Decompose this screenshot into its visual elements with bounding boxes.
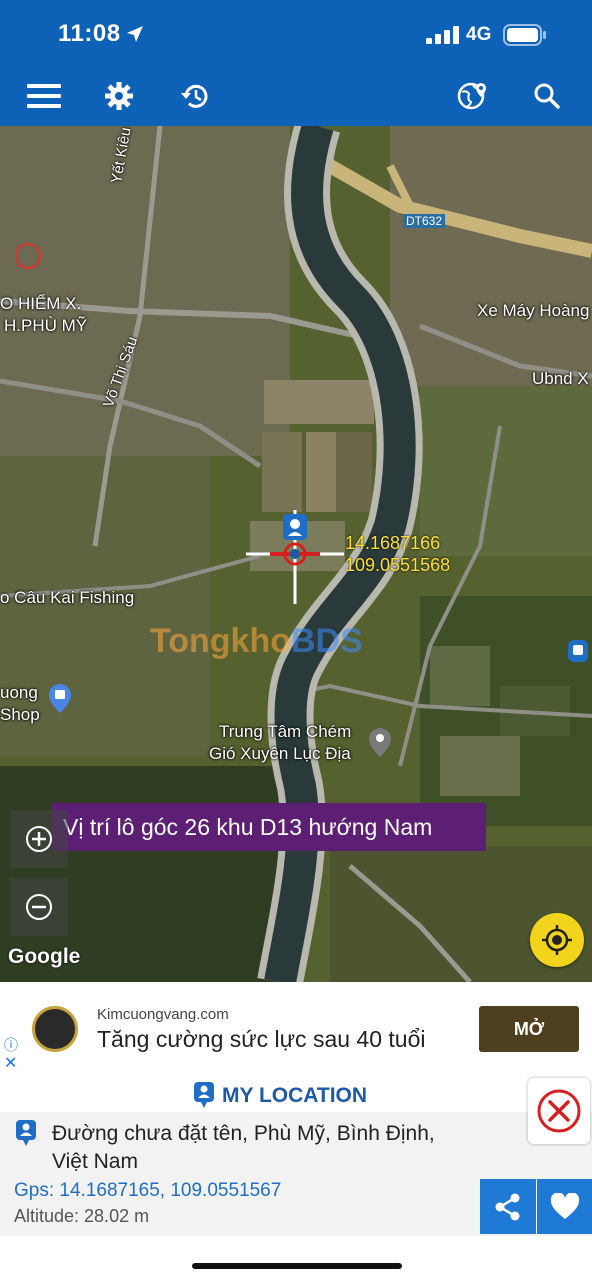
gps-coordinates: Gps: 14.1687165, 109.0551567: [14, 1180, 282, 1201]
my-location-button[interactable]: [530, 913, 584, 967]
globe-location-button[interactable]: [453, 76, 493, 116]
ad-open-button[interactable]: MỞ: [479, 1006, 579, 1052]
globe-pin-icon: [457, 82, 486, 110]
watermark-text-1: Tongkho: [150, 622, 291, 660]
google-attribution: Google: [8, 945, 81, 968]
ad-info-icon[interactable]: ⓘ: [4, 1035, 18, 1055]
app-header: 11:08 4G: [0, 0, 592, 126]
zoom-in-button[interactable]: [10, 810, 68, 868]
altitude: Altitude: 28.02 m: [14, 1206, 150, 1226]
map-label-dt632: DT632: [403, 214, 446, 228]
history-button[interactable]: [174, 76, 214, 116]
menu-button[interactable]: [24, 76, 64, 116]
home-indicator: [192, 1263, 402, 1269]
map-label-shop-1: uong: [0, 683, 38, 702]
lot-caption-banner: Vị trí lô góc 26 khu D13 hướng Nam: [52, 803, 486, 851]
favorite-button[interactable]: [537, 1179, 592, 1234]
close-circle-icon: [537, 1089, 581, 1133]
share-button[interactable]: [480, 1179, 536, 1234]
crosshair-coordinates: 14.1687166 109.0551568: [345, 532, 450, 576]
gear-icon: [105, 82, 133, 110]
location-heading: MY LOCATION: [222, 1084, 368, 1107]
search-button[interactable]: [527, 76, 567, 116]
location-panel-header: MY LOCATION: [0, 1076, 592, 1112]
signal-icon: [426, 26, 459, 44]
map-label-trung-tam-1: Trung Tâm Chém: [219, 722, 352, 741]
crosshair-icon: [542, 925, 572, 955]
search-icon: [534, 83, 560, 109]
ad-title: Tăng cường sức lực sau 40 tuổi: [97, 1026, 426, 1052]
hamburger-icon: [27, 84, 61, 108]
map-label-shop-2: Shop: [0, 705, 40, 724]
location-arrow-icon: [127, 26, 143, 42]
map-label-bao-hiem-1: O HIỂM X.: [0, 294, 82, 313]
map-label-trung-tam-2: Gió Xuyên Lục Địa: [209, 744, 351, 763]
address-line-1: Đường chưa đặt tên, Phù Mỹ, Bình Định,: [52, 1122, 435, 1145]
zoom-out-button[interactable]: [10, 878, 68, 936]
map-view[interactable]: Yết Kiêu O HIỂM X. H.PHÙ MỸ Võ Thị Sáu D…: [0, 126, 592, 982]
map-label-bao-hiem-2: H.PHÙ MỸ: [4, 316, 88, 335]
settings-button[interactable]: [99, 76, 139, 116]
share-icon: [495, 1193, 520, 1220]
watermark: TongkhoBDS: [150, 622, 363, 661]
address-text: Đường chưa đặt tên, Phù Mỹ, Bình Định, V…: [52, 1120, 492, 1176]
map-label-fishing: o Câu Kai Fishing: [0, 588, 135, 607]
watermark-text-2: BDS: [291, 622, 363, 660]
network-type: 4G: [466, 24, 492, 45]
map-label-ubnd: Ubnd X: [532, 369, 589, 388]
ad-close-icon[interactable]: ✕: [4, 1053, 17, 1073]
plus-icon: [26, 826, 52, 852]
close-panel-button[interactable]: [528, 1078, 590, 1144]
map-label-xe-may: Xe Máy Hoàng: [477, 301, 590, 320]
ad-logo: [32, 1006, 78, 1052]
person-pin-icon: [16, 1120, 36, 1146]
person-pin-icon: [194, 1082, 214, 1108]
heart-icon: [550, 1192, 579, 1219]
crosshair-latitude: 14.1687166: [345, 533, 441, 553]
battery-icon: [503, 24, 546, 46]
history-icon: [181, 84, 208, 108]
satellite-map-image: [0, 126, 592, 982]
address-line-2: Việt Nam: [52, 1150, 138, 1173]
status-time: 11:08: [58, 20, 121, 47]
minus-icon: [26, 894, 52, 920]
ad-domain: Kimcuongvang.com: [97, 1006, 229, 1023]
crosshair-longitude: 109.0551568: [345, 555, 451, 575]
ad-banner[interactable]: Kimcuongvang.com Tăng cường sức lực sau …: [0, 982, 592, 1076]
